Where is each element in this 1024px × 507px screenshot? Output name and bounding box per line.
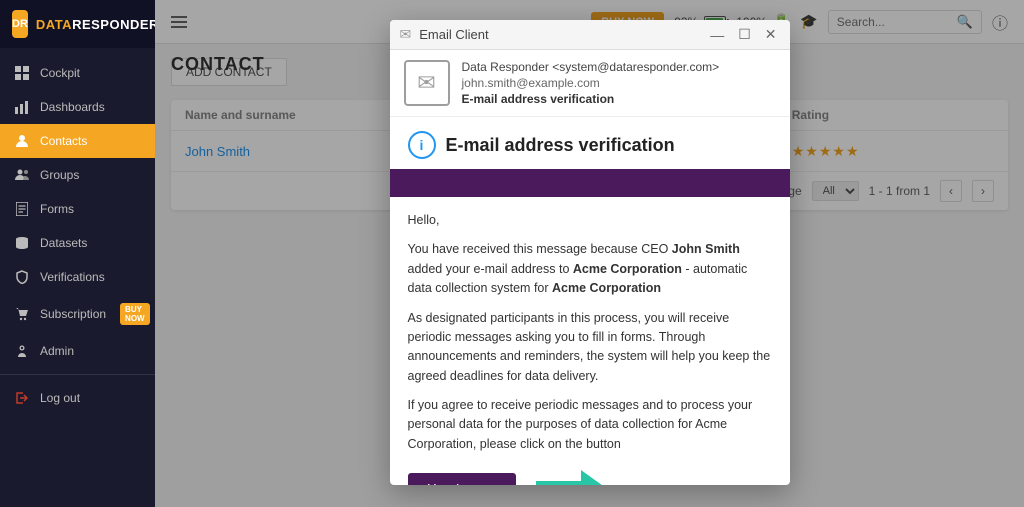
sidebar: DR DATARESPONDER Cockpit Dashboards Cont…	[0, 0, 155, 507]
envelope-icon: ✉	[417, 70, 435, 96]
document-icon	[14, 201, 30, 217]
people-icon	[14, 167, 30, 183]
sidebar-item-cockpit[interactable]: Cockpit	[0, 56, 155, 90]
sidebar-item-logout[interactable]: Log out	[0, 381, 155, 415]
sidebar-item-dashboards[interactable]: Dashboards	[0, 90, 155, 124]
body-p1-text: You have received this message because C…	[408, 242, 672, 256]
email-subject: E-mail address verification	[462, 92, 720, 106]
verification-title: E-mail address verification	[446, 135, 675, 156]
modal-title: Email Client	[419, 27, 699, 42]
divider	[0, 374, 155, 375]
email-header: ✉ Data Responder <system@dataresponder.c…	[390, 50, 790, 117]
sidebar-item-label: Subscription	[40, 307, 106, 321]
ceo-name: John Smith	[672, 242, 740, 256]
email-greeting: Hello, You have received this message be…	[390, 211, 790, 454]
body-paragraph-2: As designated participants in this proce…	[408, 309, 772, 387]
grid-icon	[14, 65, 30, 81]
email-to: john.smith@example.com	[462, 76, 720, 90]
modal-controls: — ☐ ✕	[707, 26, 779, 43]
body-paragraph-1: You have received this message because C…	[408, 240, 772, 298]
modal-overlay: ✉ Email Client — ☐ ✕ ✉ Data Responder <s…	[155, 0, 1024, 507]
close-button[interactable]: ✕	[762, 26, 780, 43]
minimize-button[interactable]: —	[707, 26, 727, 43]
yes-i-agree-button[interactable]: Yes, I agree	[408, 473, 517, 485]
sidebar-item-contacts[interactable]: Contacts	[0, 124, 155, 158]
envelope-title-icon: ✉	[400, 26, 412, 43]
email-modal: ✉ Email Client — ☐ ✕ ✉ Data Responder <s…	[390, 20, 790, 485]
sidebar-menu: Cockpit Dashboards Contacts Groups Forms	[0, 48, 155, 507]
company-name-2: Acme Corporation	[552, 281, 661, 295]
envelope-icon-box: ✉	[404, 60, 450, 106]
cart-icon	[14, 306, 30, 322]
email-meta: Data Responder <system@dataresponder.com…	[462, 60, 720, 106]
email-from: Data Responder <system@dataresponder.com…	[462, 60, 720, 74]
info-circle-icon: i	[408, 131, 436, 159]
sidebar-item-label: Datasets	[40, 236, 87, 250]
chart-icon	[14, 99, 30, 115]
sidebar-item-label: Dashboards	[40, 100, 105, 114]
sidebar-item-datasets[interactable]: Datasets	[0, 226, 155, 260]
purple-bar	[390, 169, 790, 197]
maximize-button[interactable]: ☐	[735, 26, 754, 43]
logo-text: DATARESPONDER	[36, 17, 159, 32]
person-icon	[14, 133, 30, 149]
email-body[interactable]: i E-mail address verification Hello, You…	[390, 117, 790, 485]
logo-icon: DR	[12, 10, 28, 38]
admin-icon	[14, 343, 30, 359]
agree-section: Yes, I agree	[390, 464, 790, 485]
buy-now-badge: BUY NOW	[120, 303, 150, 325]
body-p1-cont: added your e-mail address to	[408, 262, 573, 276]
sidebar-item-label: Contacts	[40, 134, 87, 148]
sidebar-item-forms[interactable]: Forms	[0, 192, 155, 226]
main-area: BUY NOW 93% 100% 🔋 🎓 🔍 ⓘ ADD CONTACT	[155, 0, 1024, 507]
company-name-1: Acme Corporation	[573, 262, 682, 276]
sidebar-logout-label: Log out	[40, 391, 80, 405]
verification-header: i E-mail address verification	[390, 117, 790, 169]
arrow-icon	[536, 470, 606, 485]
sidebar-item-label: Forms	[40, 202, 74, 216]
logo: DR DATARESPONDER	[0, 0, 155, 48]
sidebar-item-label: Cockpit	[40, 66, 80, 80]
sidebar-item-verifications[interactable]: Verifications	[0, 260, 155, 294]
body-paragraph-3: If you agree to receive periodic message…	[408, 396, 772, 454]
email-body-inner: i E-mail address verification Hello, You…	[390, 117, 790, 485]
shield-icon	[14, 269, 30, 285]
sidebar-item-admin[interactable]: Admin	[0, 334, 155, 368]
sidebar-item-label: Groups	[40, 168, 79, 182]
sidebar-item-label: Admin	[40, 344, 74, 358]
sidebar-item-subscription[interactable]: Subscription BUY NOW	[0, 294, 155, 334]
database-icon	[14, 235, 30, 251]
logout-icon	[14, 390, 30, 406]
sidebar-item-label: Verifications	[40, 270, 105, 284]
greeting-text: Hello,	[408, 211, 772, 230]
sidebar-item-groups[interactable]: Groups	[0, 158, 155, 192]
modal-titlebar: ✉ Email Client — ☐ ✕	[390, 20, 790, 50]
